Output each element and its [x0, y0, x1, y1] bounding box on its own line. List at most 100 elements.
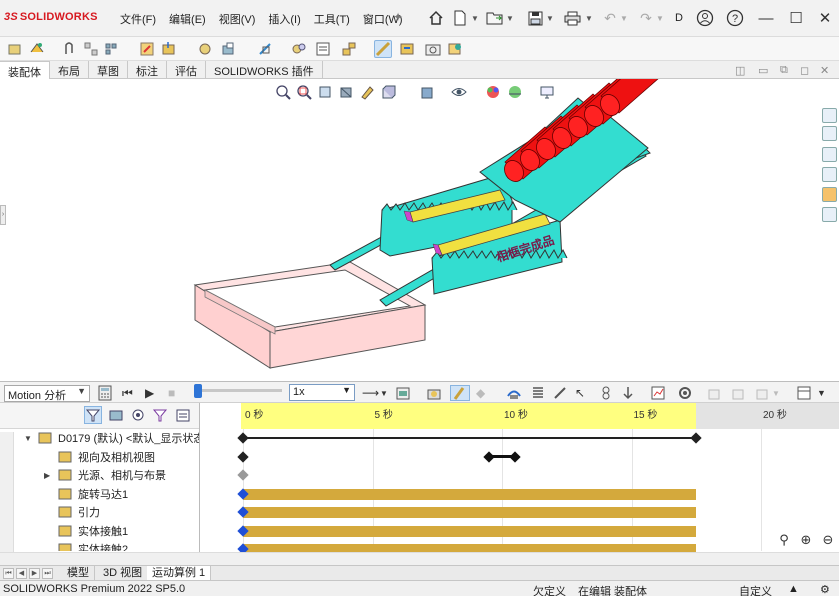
simulation-setup-icon[interactable]: [731, 385, 747, 401]
save-icon[interactable]: [527, 8, 543, 28]
spring-icon[interactable]: [530, 385, 546, 401]
tree-row[interactable]: 实体接触2: [0, 540, 199, 551]
print-dropdown-icon[interactable]: ▼: [585, 8, 593, 28]
edit-component-icon[interactable]: [138, 40, 156, 58]
menu-view[interactable]: 视图(V): [219, 11, 256, 27]
viewport-minimize-icon[interactable]: ▭: [758, 64, 768, 77]
appearances-icon[interactable]: [822, 187, 837, 202]
playback-mode-icon[interactable]: ⟶: [362, 385, 379, 401]
mate-icon[interactable]: [28, 40, 46, 58]
collapse-icon[interactable]: ▼: [24, 434, 32, 443]
minimize-icon[interactable]: —: [752, 6, 780, 30]
view-palette-icon[interactable]: [822, 167, 837, 182]
account-icon[interactable]: [695, 8, 715, 28]
tree-row[interactable]: 实体接触1: [0, 522, 199, 540]
zoom-out-timeline-icon[interactable]: ⊖: [818, 530, 838, 550]
print-icon[interactable]: [563, 8, 581, 28]
last-tab-icon[interactable]: ⏭: [42, 568, 53, 579]
viewport-restore-icon[interactable]: ◫: [735, 64, 745, 77]
viewport-tile-icon[interactable]: ⧉: [780, 64, 788, 77]
tree-row[interactable]: ▶ 光源、相机与布景: [0, 466, 199, 484]
contact-icon[interactable]: [598, 385, 614, 401]
view-orientation-icon[interactable]: [380, 84, 396, 100]
paperclip-icon[interactable]: [60, 40, 78, 58]
results-plots-icon[interactable]: [650, 385, 666, 401]
new-motion-study-icon[interactable]: [290, 40, 308, 58]
solidworks-resources-icon[interactable]: [822, 108, 837, 123]
tree-vertical-scrollbar[interactable]: [0, 432, 14, 552]
playback-slider-thumb[interactable]: [194, 384, 202, 398]
tree-row[interactable]: ▼ D0179 (默认) <默认_显示状态: [0, 429, 199, 447]
solidworks-logo[interactable]: 3S SOLIDWORKS: [4, 11, 98, 23]
tab-assembly[interactable]: 装配体: [0, 61, 50, 79]
edit-appearance-icon[interactable]: [485, 84, 501, 100]
feature-timeline-bar[interactable]: [243, 525, 697, 537]
tree-horizontal-scrollbar[interactable]: [0, 552, 199, 565]
gravity-icon[interactable]: [620, 385, 636, 401]
assembly-features-icon[interactable]: [220, 40, 238, 58]
update-speedpak-icon[interactable]: [398, 40, 416, 58]
status-custom[interactable]: 自定义: [739, 583, 772, 596]
redo-dropdown-icon[interactable]: ▼: [656, 8, 664, 28]
menu-insert[interactable]: 插入(I): [268, 11, 300, 27]
panel-layout-icon[interactable]: [796, 385, 812, 401]
zoom-to-fit-icon[interactable]: [275, 84, 291, 100]
view-settings-icon[interactable]: [539, 84, 555, 100]
motor-icon[interactable]: [506, 385, 522, 401]
tab-markup[interactable]: 标注: [128, 61, 167, 79]
roller[interactable]: [597, 60, 660, 119]
tree-row[interactable]: 旋转马达1: [0, 485, 199, 503]
force-icon[interactable]: ↖: [575, 385, 585, 401]
undo-dropdown-icon[interactable]: ▼: [620, 8, 628, 28]
tab-3d-views[interactable]: 3D 视图: [98, 566, 149, 581]
filter-list-icon[interactable]: [175, 407, 193, 425]
save-dropdown-icon[interactable]: ▼: [546, 8, 554, 28]
filter-animated-icon[interactable]: [84, 406, 102, 424]
filter-driving-icon[interactable]: [108, 407, 126, 425]
menu-file[interactable]: 文件(F): [120, 11, 156, 27]
close-icon[interactable]: ✕: [811, 6, 839, 30]
snapshot-icon[interactable]: [424, 40, 442, 58]
stop-icon[interactable]: ■: [168, 385, 175, 401]
panel-layout-dropdown-icon[interactable]: ▼: [817, 385, 826, 401]
user-account[interactable]: D: [675, 12, 683, 24]
custom-properties-icon[interactable]: [822, 207, 837, 222]
calculate-icon[interactable]: [97, 385, 113, 401]
filter-results-icon[interactable]: [152, 407, 170, 425]
viewport-close-icon[interactable]: ✕: [820, 64, 829, 77]
add-key-icon[interactable]: ◆: [476, 385, 485, 401]
instant3d-icon[interactable]: [374, 40, 392, 58]
tab-model[interactable]: 模型: [62, 566, 95, 581]
status-settings-icon[interactable]: ⚙: [820, 583, 830, 596]
open-dropdown-icon[interactable]: ▼: [506, 8, 514, 28]
zoom-in-timeline-icon[interactable]: ⊕: [796, 530, 816, 550]
prev-tab-icon[interactable]: ◀: [16, 568, 27, 579]
export-dropdown-icon[interactable]: ▼: [772, 385, 780, 401]
study-properties-icon[interactable]: [677, 385, 693, 401]
bill-of-materials-icon[interactable]: [314, 40, 332, 58]
tab-motion-study-1[interactable]: 运动算例 1: [147, 566, 212, 581]
design-library-icon[interactable]: [822, 126, 837, 141]
feature-timeline-bar[interactable]: [243, 488, 697, 500]
play-icon[interactable]: ▶: [145, 385, 154, 401]
autokey-icon[interactable]: [450, 385, 470, 401]
tree-row[interactable]: 引力: [0, 503, 199, 521]
tab-evaluate[interactable]: 评估: [167, 61, 206, 79]
tab-sketch[interactable]: 草图: [89, 61, 128, 79]
panel-expander-icon[interactable]: ›: [0, 205, 6, 225]
menu-edit[interactable]: 编辑(E): [169, 11, 206, 27]
export-icon[interactable]: [755, 385, 771, 401]
maximize-icon[interactable]: ☐: [782, 6, 810, 30]
tab-solidworks-addins[interactable]: SOLIDWORKS 插件: [206, 61, 323, 79]
filter-selected-icon[interactable]: [130, 407, 148, 425]
playback-speed-select[interactable]: 1x ▼: [289, 384, 355, 401]
study-type-select[interactable]: Motion 分析 ▼: [4, 385, 90, 402]
next-tab-icon[interactable]: ▶: [29, 568, 40, 579]
new-dropdown-icon[interactable]: ▼: [471, 8, 479, 28]
play-from-start-icon[interactable]: ⏮: [122, 385, 133, 401]
exploded-view-icon[interactable]: [340, 40, 358, 58]
open-file-icon[interactable]: [486, 8, 504, 28]
home-icon[interactable]: [427, 8, 445, 28]
first-tab-icon[interactable]: ⏮: [3, 568, 14, 579]
show-hidden-icon[interactable]: [196, 40, 214, 58]
